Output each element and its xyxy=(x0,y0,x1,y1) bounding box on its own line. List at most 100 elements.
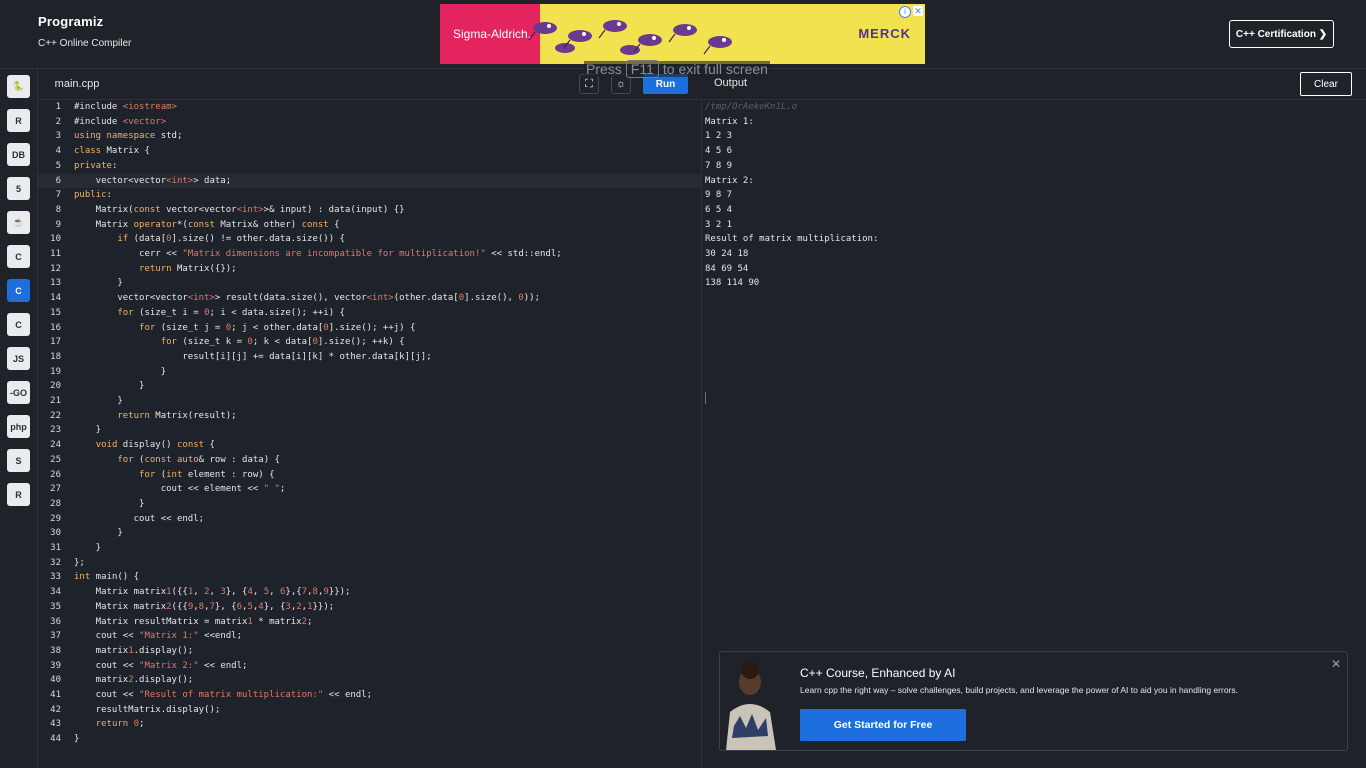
python-icon[interactable]: 🐍 xyxy=(7,75,30,98)
code-line[interactable]: 9 Matrix operator*(const Matrix& other) … xyxy=(38,218,701,233)
advertisement-banner[interactable]: Sigma-Aldrich. MERCK i ✕ xyxy=(440,4,925,64)
code-line[interactable]: 2 #include <vector> xyxy=(38,115,701,130)
go-icon[interactable]: -GO xyxy=(7,381,30,404)
code-line[interactable]: 37 cout << "Matrix 1:" <<endl; xyxy=(38,629,701,644)
code-line[interactable]: 23 } xyxy=(38,423,701,438)
instructor-photo xyxy=(726,661,776,750)
line-number: 25 xyxy=(50,454,61,465)
code-line[interactable]: 4 class Matrix { xyxy=(38,144,701,159)
code-text: for (const auto& row : data) { xyxy=(117,454,280,465)
code-line[interactable]: 28 } xyxy=(38,497,701,512)
line-number: 44 xyxy=(50,734,61,745)
code-text: #include <vector> xyxy=(74,116,167,127)
top-header: Programiz C++ Online Compiler Sigma-Aldr… xyxy=(0,0,1366,69)
tab-main-cpp[interactable]: main.cpp xyxy=(38,69,116,99)
output-path: /tmp/OrAekeKn1L.o xyxy=(705,102,798,112)
code-line[interactable]: 11 cerr << "Matrix dimensions are incomp… xyxy=(38,247,701,262)
line-number: 8 xyxy=(55,204,61,215)
code-line[interactable]: 14 vector<vector<int>> result(data.size(… xyxy=(38,291,701,306)
cpp-icon[interactable]: C xyxy=(7,279,30,302)
c-icon[interactable]: C xyxy=(7,245,30,268)
java-icon[interactable]: ☕ xyxy=(7,211,30,234)
code-line[interactable]: 5 private: xyxy=(38,159,701,174)
code-line[interactable]: 40 matrix2.display(); xyxy=(38,673,701,688)
code-line[interactable]: 20 } xyxy=(38,379,701,394)
code-line[interactable]: 30 } xyxy=(38,526,701,541)
get-started-button[interactable]: Get Started for Free xyxy=(800,709,966,741)
code-line[interactable]: 44} xyxy=(38,732,701,747)
ad-close-icon[interactable]: ✕ xyxy=(913,6,923,16)
code-editor[interactable]: 1 #include <iostream> 2 #include <vector> 3 u… xyxy=(38,100,702,768)
code-text: Matrix matrix1({{1, 2, 3}, {4, 5, 6},{7,… xyxy=(74,587,351,598)
line-number: 18 xyxy=(50,351,61,362)
output-cursor xyxy=(705,392,706,404)
code-line[interactable]: 6 vector<vector<int>> data; xyxy=(38,173,701,189)
code-line[interactable]: 3 using namespace std; xyxy=(38,129,701,144)
output-line: Matrix 1: xyxy=(705,116,754,127)
fullscreen-icon[interactable]: ⛶ xyxy=(579,74,599,94)
code-line[interactable]: 39 cout << "Matrix 2:" << endl; xyxy=(38,659,701,674)
output-line: 30 24 18 xyxy=(705,249,749,259)
sql-icon[interactable]: DB xyxy=(7,143,30,166)
brand-logo[interactable]: Programiz C++ Online Compiler xyxy=(38,14,131,49)
code-line[interactable]: 41 cout << "Result of matrix multiplicat… xyxy=(38,688,701,703)
code-line[interactable]: 16 for (size_t j = 0; j < other.data[0].… xyxy=(38,321,701,336)
code-line[interactable]: 35 Matrix matrix2({{9,8,7}, {6,5,4}, {3,… xyxy=(38,600,701,615)
line-number: 10 xyxy=(50,234,61,245)
promo-close-icon[interactable]: ✕ xyxy=(1331,657,1341,671)
code-text: } xyxy=(74,278,123,289)
code-line[interactable]: 26 for (int element : row) { xyxy=(38,468,701,483)
code-line[interactable]: 12 return Matrix({}); xyxy=(38,262,701,277)
code-line[interactable]: 42 resultMatrix.display(); xyxy=(38,703,701,718)
code-line[interactable]: 17 for (size_t k = 0; k < data[0].size()… xyxy=(38,335,701,350)
code-text: resultMatrix.display(); xyxy=(74,704,221,715)
js-icon[interactable]: JS xyxy=(7,347,30,370)
swift-icon[interactable]: S xyxy=(7,449,30,472)
code-line[interactable]: 29 cout << endl; xyxy=(38,512,701,527)
r-icon[interactable]: R xyxy=(7,109,30,132)
code-line[interactable]: 10 if (data[0].size() != other.data.size… xyxy=(38,232,701,247)
code-text: Matrix(const vector<vector<int>>& input)… xyxy=(74,204,405,215)
code-line[interactable]: 25 for (const auto& row : data) { xyxy=(38,453,701,468)
code-line[interactable]: 33 int main() { xyxy=(38,570,701,585)
output-line: 84 69 54 xyxy=(705,263,749,274)
code-line[interactable]: 7 public: xyxy=(38,188,701,203)
html-icon[interactable]: 5 xyxy=(7,177,30,200)
code-text: } xyxy=(74,528,123,539)
code-line[interactable]: 32}; xyxy=(38,556,701,571)
code-line[interactable]: 34 Matrix matrix1({{1, 2, 3}, {4, 5, 6},… xyxy=(38,585,701,600)
clear-button[interactable]: Clear xyxy=(1300,72,1352,96)
code-text: return Matrix({}); xyxy=(139,263,237,274)
code-text: result[i][j] += data[i][k] * other.data[… xyxy=(74,351,432,362)
code-line[interactable]: 1 #include <iostream> xyxy=(38,100,701,115)
ad-illustration xyxy=(528,20,732,55)
line-number: 23 xyxy=(50,425,61,436)
line-number: 43 xyxy=(50,719,61,730)
line-number: 35 xyxy=(50,601,61,612)
ad-info-icon[interactable]: i xyxy=(899,6,911,18)
line-number: 4 xyxy=(55,146,61,157)
code-line[interactable]: 15 for (size_t i = 0; i < data.size(); +… xyxy=(38,306,701,321)
code-line[interactable]: 19 } xyxy=(38,365,701,380)
line-number: 15 xyxy=(50,307,61,318)
code-line[interactable]: 31 } xyxy=(38,541,701,556)
csharp-icon[interactable]: C xyxy=(7,313,30,336)
code-text: cout << "Matrix 2:" << endl; xyxy=(74,660,248,671)
code-line[interactable]: 21 } xyxy=(38,394,701,409)
code-line[interactable]: 8 Matrix(const vector<vector<int>>& inpu… xyxy=(38,203,701,218)
code-line[interactable]: 38 matrix1.display(); xyxy=(38,644,701,659)
code-text: class Matrix { xyxy=(74,146,150,157)
line-number: 21 xyxy=(50,396,61,406)
code-line[interactable]: 22 return Matrix(result); xyxy=(38,409,701,424)
rust-icon[interactable]: R xyxy=(7,483,30,506)
line-number: 27 xyxy=(50,484,61,495)
line-number: 36 xyxy=(50,616,61,627)
php-icon[interactable]: php xyxy=(7,415,30,438)
code-line[interactable]: 13 } xyxy=(38,276,701,291)
code-line[interactable]: 43 return 0; xyxy=(38,717,701,732)
code-line[interactable]: 18 result[i][j] += data[i][k] * other.da… xyxy=(38,350,701,365)
code-line[interactable]: 36 Matrix resultMatrix = matrix1 * matri… xyxy=(38,615,701,630)
certification-button[interactable]: C++ Certification ❯ xyxy=(1229,20,1334,48)
code-line[interactable]: 27 cout << element << " "; xyxy=(38,482,701,497)
code-line[interactable]: 24 void display() const { xyxy=(38,438,701,453)
